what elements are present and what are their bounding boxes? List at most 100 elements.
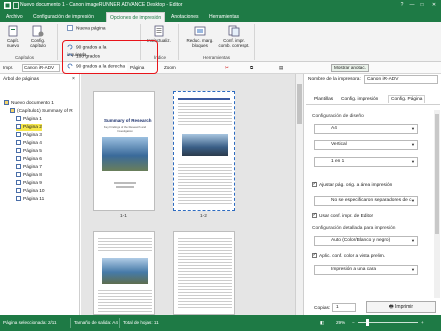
tree-item[interactable]: Página 9 (16, 180, 42, 187)
copies-input[interactable]: 1 (332, 303, 356, 312)
settings-scrollbar[interactable] (434, 110, 440, 298)
tree-item[interactable]: Página 10 (16, 188, 45, 195)
detail-section-label: Configuración detallada para impresión (312, 226, 396, 231)
page-tree-header: Árbol de páginas (3, 77, 40, 82)
text-block (98, 238, 152, 252)
paper-size-value: A4 (331, 126, 337, 131)
total-sheets-status: Total de hojas: 11 (123, 320, 159, 325)
tree-item-label: Nuevo documento 1 (11, 101, 54, 106)
fit-checkbox[interactable]: Ajustar pág. orig. a área impresión (312, 181, 392, 189)
mostrar-anotac-button[interactable]: Mostrar anotac. (331, 64, 369, 72)
page-icon (16, 140, 21, 146)
capitulo-nuevo-button[interactable]: Capít. nuevo (3, 25, 23, 48)
close-button[interactable]: ✕ (430, 1, 438, 9)
tree-item[interactable]: Página 4 (16, 140, 42, 147)
text-block (178, 103, 232, 127)
help-button[interactable]: ? (398, 1, 406, 9)
scrollbar-thumb[interactable] (435, 114, 439, 234)
group-label-herramientas: Herramientas (203, 55, 231, 60)
photo (102, 258, 148, 284)
apply-color-checkbox[interactable]: Aplic. conf. color a vista prelim. (312, 252, 385, 260)
tab-config-pagina[interactable]: Config. Página (388, 95, 426, 103)
zoom-out-icon[interactable]: − (352, 320, 355, 325)
tree-item[interactable]: Página 11 (16, 196, 44, 203)
tab-archivo[interactable]: Archivo (3, 12, 26, 22)
tree-item[interactable]: (Capítulo1) Summary of R (10, 108, 73, 115)
checkbox-icon (312, 212, 317, 218)
tab-opciones-impresion[interactable]: Opciones de impresión (106, 12, 166, 22)
status-bar: Página seleccionada: 2/11 Tamaño de sali… (0, 315, 441, 331)
page-nav-icon[interactable]: ◧ (320, 320, 324, 326)
nueva-pagina-label: Nueva página (76, 26, 106, 32)
checkbox-icon (312, 252, 317, 258)
tree-item[interactable]: Página 3 (16, 132, 42, 139)
config-capitulo-button[interactable]: Config. capítulo (27, 25, 49, 48)
nueva-pagina-button[interactable]: Nueva página (67, 25, 127, 33)
page-icon (16, 188, 21, 194)
pages-per-sheet-select[interactable]: 1 en 1 ▼ (314, 157, 418, 167)
printer-short-select[interactable]: Canon iR-ADV (22, 64, 60, 72)
reduc-marg-label: Reduc. marg. bloques (186, 38, 214, 48)
tree-item-label: Página 8 (23, 173, 42, 178)
print-side-select[interactable]: Impresión a una cara ▼ (314, 265, 418, 275)
merge-print-icon (228, 25, 240, 37)
chevron-down-icon: ▼ (411, 142, 415, 147)
chevron-down-icon: ▼ (411, 267, 415, 272)
output-size-status: Tamaño de salida: A4 (74, 320, 118, 325)
save-quick-icon[interactable] (13, 2, 19, 9)
minimize-button[interactable]: — (408, 1, 416, 9)
tree-item-label: Página 7 (23, 165, 42, 170)
cover-photo (102, 137, 148, 171)
tree-item[interactable]: Página 6 (16, 156, 42, 163)
tree-item[interactable]: Página 1 (16, 116, 42, 123)
tree-item-label: Página 2 (23, 125, 42, 130)
scrollbar-thumb[interactable] (297, 84, 302, 124)
printer-name-select[interactable]: Canon iR-ADV (364, 75, 438, 84)
tab-config-impresion[interactable]: Configuración de impresión (30, 12, 97, 22)
print-settings-pane: Nombre de la impresora: Canon iR-ADV Pla… (303, 74, 441, 315)
use-editor-conf-checkbox[interactable]: Usar conf. impr. de Editor (312, 212, 373, 220)
page-icon (16, 116, 21, 122)
page-icon (16, 180, 21, 186)
tree-item[interactable]: Página 5 (16, 148, 42, 155)
tab-anotaciones[interactable]: Anotaciones (168, 12, 202, 22)
print-button[interactable]: 🖶 Imprimir (366, 301, 436, 313)
page-thumbnail-1[interactable]: Summary of Research Key Findings of the … (93, 91, 155, 211)
maximize-button[interactable]: □ (418, 1, 426, 9)
vertical-scrollbar[interactable] (295, 74, 303, 315)
reduc-marg-button[interactable]: Reduc. marg. bloques (186, 25, 214, 48)
cut-icon[interactable]: ✂ (225, 65, 229, 71)
tree-item[interactable]: Nuevo documento 1 (4, 100, 54, 107)
chevron-down-icon: ▼ (411, 198, 415, 203)
page-thumbnail-2[interactable] (173, 91, 235, 211)
heading-line (178, 98, 230, 100)
paste-icon[interactable]: ▤ (279, 65, 283, 71)
copy-icon[interactable]: ⧉ (250, 65, 253, 70)
tab-plantillas[interactable]: Plantillas (314, 97, 333, 102)
ribbon-tabs: Archivo Configuración de impresión Opcio… (0, 11, 441, 22)
page-thumbnail-3[interactable] (93, 231, 155, 315)
tab-herramientas[interactable]: Herramientas (206, 12, 242, 22)
pane-close-icon[interactable]: × (72, 76, 75, 82)
zoom-in-icon[interactable]: + (421, 320, 424, 325)
tree-item[interactable]: Página 7 (16, 164, 42, 171)
orientation-select[interactable]: Vertical ▼ (314, 140, 418, 150)
ribbon-separator (254, 24, 255, 60)
window-title: Nuevo documento 1 - Canon imageRUNNER AD… (20, 2, 183, 8)
conf-impr-comb-button[interactable]: Conf. impr. comb. correspt. (218, 25, 250, 48)
page-icon (16, 132, 21, 138)
tree-item[interactable]: Página 8 (16, 172, 42, 179)
text-block (178, 164, 232, 204)
tree-item-label: Página 4 (23, 141, 42, 146)
doc-title: Summary of Research (104, 118, 152, 123)
tab-config-impresion-pane[interactable]: Config. impresión (341, 97, 378, 102)
chevron-down-icon: ▼ (411, 238, 415, 243)
color-mode-select[interactable]: Auto (Color/Blanco y negro) ▼ (314, 236, 418, 246)
tree-item-label: Página 3 (23, 133, 42, 138)
paper-size-select[interactable]: A4 ▼ (314, 124, 418, 134)
tree-item[interactable]: Página 2 (16, 124, 42, 131)
tree-item-label: Página 5 (23, 149, 42, 154)
page-thumbnail-4[interactable] (173, 231, 235, 315)
zoom-slider-thumb[interactable] (366, 319, 369, 326)
separator-select[interactable]: No se especificaron separadores de c ▼ (314, 196, 418, 206)
